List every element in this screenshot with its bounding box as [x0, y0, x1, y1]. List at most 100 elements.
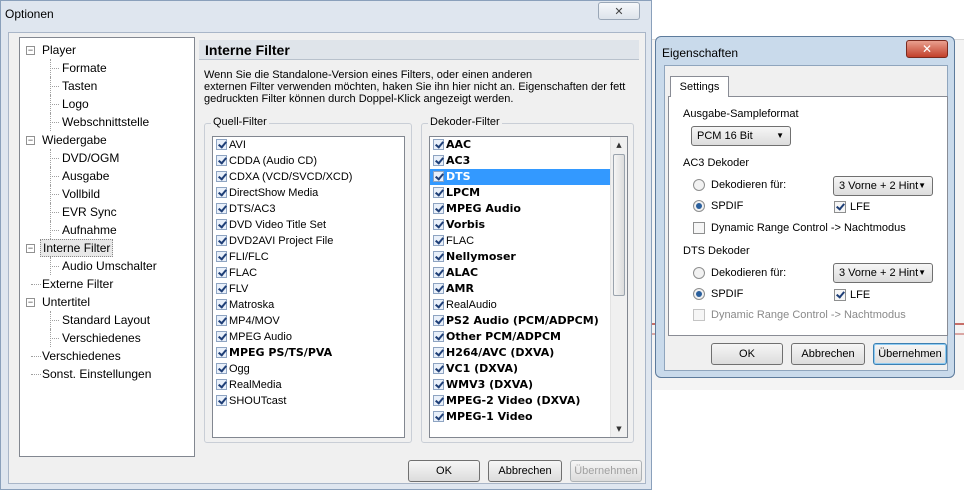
checkbox[interactable] [216, 155, 227, 166]
checkbox[interactable] [216, 363, 227, 374]
checkbox[interactable] [433, 411, 444, 422]
close-button[interactable]: ✕ [598, 2, 640, 20]
source-filter-item[interactable]: MP4/MOV [213, 313, 404, 329]
checkbox[interactable] [216, 315, 227, 326]
tree-item-untertitel[interactable]: − Untertitel [20, 293, 194, 311]
decoder-filter-list[interactable]: AAC AC3 DTS LPCM MPEG Audio Vorbis FLAC Nellymo… [429, 136, 628, 438]
checkbox[interactable] [216, 331, 227, 342]
decoder-filter-item[interactable]: MPEG-1 Video [430, 409, 627, 425]
decoder-filter-item[interactable]: AAC [430, 137, 627, 153]
checkbox[interactable] [433, 171, 444, 182]
checkbox[interactable] [433, 251, 444, 262]
decoder-filter-item[interactable]: AMR [430, 281, 627, 297]
source-filter-item[interactable]: AVI [213, 137, 404, 153]
cancel-button[interactable]: Abbrechen [488, 460, 562, 482]
dts-spdif-radio[interactable] [693, 288, 705, 300]
tree-item-verschiedenes-sub[interactable]: Verschiedenes [20, 329, 194, 347]
source-filter-item[interactable]: DVD Video Title Set [213, 217, 404, 233]
collapse-icon[interactable]: − [26, 244, 35, 253]
dts-lfe-checkbox[interactable] [834, 289, 846, 301]
decoder-filter-item[interactable]: MPEG-2 Video (DXVA) [430, 393, 627, 409]
checkbox[interactable] [216, 251, 227, 262]
props-cancel-button[interactable]: Abbrechen [791, 343, 865, 365]
decoder-filter-item[interactable]: FLAC [430, 233, 627, 249]
decoder-filter-item[interactable]: WMV3 (DXVA) [430, 377, 627, 393]
decoder-filter-item[interactable]: ALAC [430, 265, 627, 281]
ac3-decode-radio[interactable] [693, 179, 705, 191]
checkbox[interactable] [433, 235, 444, 246]
decoder-filter-item[interactable]: DTS [430, 169, 627, 185]
checkbox[interactable] [433, 299, 444, 310]
ac3-spdif-radio[interactable] [693, 200, 705, 212]
decoder-filter-item[interactable]: PS2 Audio (PCM/ADPCM) [430, 313, 627, 329]
tree-item-audio-umschalter[interactable]: Audio Umschalter [20, 257, 194, 275]
decoder-filter-item[interactable]: VC1 (DXVA) [430, 361, 627, 377]
checkbox[interactable] [433, 187, 444, 198]
tree-item-logo[interactable]: Logo [20, 95, 194, 113]
checkbox[interactable] [216, 395, 227, 406]
source-filter-item[interactable]: Ogg [213, 361, 404, 377]
collapse-icon[interactable]: − [26, 136, 35, 145]
tree-item-aufnahme[interactable]: Aufnahme [20, 221, 194, 239]
source-filter-item[interactable]: FLV [213, 281, 404, 297]
ac3-lfe-checkbox[interactable] [834, 201, 846, 213]
checkbox[interactable] [433, 395, 444, 406]
scroll-thumb[interactable] [613, 154, 625, 296]
source-filter-item[interactable]: DTS/AC3 [213, 201, 404, 217]
dts-decode-radio[interactable] [693, 267, 705, 279]
source-filter-item[interactable]: FLI/FLC [213, 249, 404, 265]
checkbox[interactable] [216, 283, 227, 294]
tree-item-externe-filter[interactable]: Externe Filter [20, 275, 194, 293]
decoder-scrollbar[interactable]: ▲ ▼ [610, 137, 627, 437]
checkbox[interactable] [433, 219, 444, 230]
source-filter-item[interactable]: Matroska [213, 297, 404, 313]
dts-speaker-select[interactable]: 3 Vorne + 2 Hint ▼ [833, 263, 933, 283]
checkbox[interactable] [216, 219, 227, 230]
tab-settings[interactable]: Settings [670, 76, 729, 97]
tree-item-sonst-einstellungen[interactable]: Sonst. Einstellungen [20, 365, 194, 383]
source-filter-item[interactable]: DirectShow Media [213, 185, 404, 201]
tree-item-standard-layout[interactable]: Standard Layout [20, 311, 194, 329]
checkbox[interactable] [433, 139, 444, 150]
checkbox[interactable] [433, 315, 444, 326]
tree-item-formate[interactable]: Formate [20, 59, 194, 77]
decoder-filter-item[interactable]: AC3 [430, 153, 627, 169]
tree-item-dvd-ogm[interactable]: DVD/OGM [20, 149, 194, 167]
checkbox[interactable] [433, 331, 444, 342]
decoder-filter-item[interactable]: Other PCM/ADPCM [430, 329, 627, 345]
source-filter-item[interactable]: SHOUTcast [213, 393, 404, 409]
source-filter-item[interactable]: MPEG PS/TS/PVA [213, 345, 404, 361]
tree-item-interne-filter[interactable]: − Interne Filter [20, 239, 194, 257]
tree-item-webschnittstelle[interactable]: Webschnittstelle [20, 113, 194, 131]
tree-item-ausgabe[interactable]: Ausgabe [20, 167, 194, 185]
source-filter-item[interactable]: DVD2AVI Project File [213, 233, 404, 249]
source-filter-item[interactable]: FLAC [213, 265, 404, 281]
tree-item-verschiedenes[interactable]: Verschiedenes [20, 347, 194, 365]
checkbox[interactable] [216, 267, 227, 278]
scroll-down-icon[interactable]: ▼ [611, 421, 627, 437]
decoder-filter-item[interactable]: MPEG Audio [430, 201, 627, 217]
checkbox[interactable] [433, 155, 444, 166]
apply-button[interactable]: Übernehmen [570, 460, 642, 482]
checkbox[interactable] [433, 267, 444, 278]
checkbox[interactable] [216, 187, 227, 198]
checkbox[interactable] [216, 379, 227, 390]
decoder-filter-item[interactable]: Vorbis [430, 217, 627, 233]
checkbox[interactable] [216, 139, 227, 150]
decoder-filter-item[interactable]: H264/AVC (DXVA) [430, 345, 627, 361]
checkbox[interactable] [433, 283, 444, 294]
checkbox[interactable] [433, 363, 444, 374]
decoder-filter-item[interactable]: Nellymoser [430, 249, 627, 265]
checkbox[interactable] [433, 347, 444, 358]
dts-drc-checkbox[interactable] [693, 309, 705, 321]
collapse-icon[interactable]: − [26, 298, 35, 307]
tree-item-vollbild[interactable]: Vollbild [20, 185, 194, 203]
sample-format-select[interactable]: PCM 16 Bit ▼ [691, 126, 791, 146]
props-ok-button[interactable]: OK [711, 343, 783, 365]
checkbox[interactable] [216, 299, 227, 310]
checkbox[interactable] [216, 171, 227, 182]
tree-item-wiedergabe[interactable]: − Wiedergabe [20, 131, 194, 149]
ac3-speaker-select[interactable]: 3 Vorne + 2 Hint ▼ [833, 176, 933, 196]
source-filter-item[interactable]: MPEG Audio [213, 329, 404, 345]
checkbox[interactable] [433, 379, 444, 390]
